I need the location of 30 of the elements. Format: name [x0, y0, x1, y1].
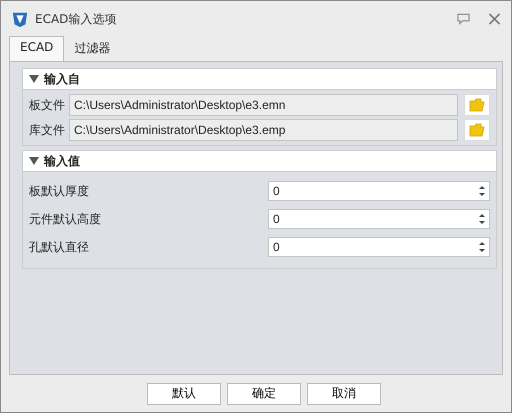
section-header[interactable]: 输入值 — [22, 150, 497, 172]
close-icon[interactable] — [488, 13, 501, 25]
number-spinbox[interactable]: 0 — [268, 181, 490, 201]
tab[interactable]: 过滤器 — [64, 37, 120, 61]
field-label: 孔默认直径 — [29, 238, 90, 256]
field-label: 板文件 — [29, 96, 66, 114]
section-title: 输入自 — [44, 70, 80, 88]
comment-icon[interactable] — [457, 13, 470, 25]
spin-arrows-icon[interactable] — [479, 185, 485, 197]
collapse-triangle-icon[interactable] — [29, 74, 39, 84]
dialog-button[interactable]: 取消 — [307, 382, 381, 404]
field-label: 板默认厚度 — [29, 182, 90, 200]
tab[interactable]: ECAD — [9, 36, 64, 61]
field-label: 库文件 — [29, 122, 66, 138]
folder-icon — [469, 98, 485, 112]
path-field[interactable]: C:\Users\Administrator\Desktop\e3.emn — [69, 94, 458, 116]
field-label: 元件默认高度 — [29, 210, 102, 228]
section-header[interactable]: 输入自 — [22, 68, 497, 90]
folder-icon — [469, 123, 485, 137]
number-spinbox[interactable]: 0 — [268, 237, 490, 257]
dialog-button[interactable]: 默认 — [147, 382, 221, 404]
app-logo-icon — [11, 10, 29, 28]
spin-arrows-icon[interactable] — [479, 241, 485, 253]
spin-arrows-icon[interactable] — [479, 213, 485, 225]
window-title: ECAD输入选项 — [35, 10, 116, 28]
number-spinbox[interactable]: 0 — [268, 209, 490, 229]
collapse-triangle-icon[interactable] — [29, 156, 39, 166]
section-title: 输入值 — [44, 152, 80, 170]
path-field[interactable]: C:\Users\Administrator\Desktop\e3.emp — [69, 119, 458, 141]
dialog-button[interactable]: 确定 — [227, 382, 301, 404]
